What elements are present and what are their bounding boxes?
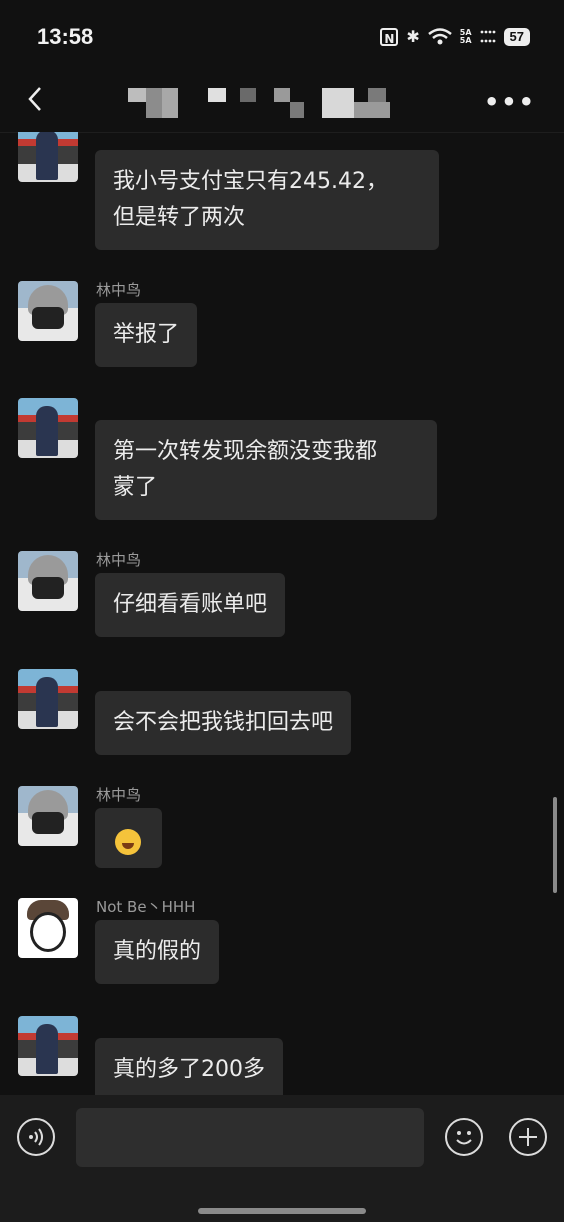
more-dots-icon[interactable]: ••• bbox=[484, 88, 536, 116]
input-bar bbox=[0, 1095, 564, 1222]
wifi-icon bbox=[427, 27, 452, 44]
voice-button[interactable] bbox=[17, 1118, 55, 1156]
message-bubble[interactable]: 举报了 bbox=[95, 303, 198, 367]
signal-indicator: 5A 5A bbox=[459, 28, 472, 45]
status-bar: 13:58 N ✱ 5A 5A 57 bbox=[0, 0, 564, 70]
message-bubble[interactable] bbox=[95, 808, 162, 868]
avatar[interactable] bbox=[18, 281, 78, 341]
avatar[interactable] bbox=[18, 669, 78, 729]
scrollbar[interactable] bbox=[553, 797, 557, 893]
sender-name: 林中鸟 bbox=[96, 281, 142, 299]
add-button[interactable] bbox=[509, 1118, 547, 1156]
status-icons: N ✱ 5A 5A 57 bbox=[380, 27, 530, 46]
message-bubble[interactable]: 第一次转发现余额没变我都 蒙了 bbox=[95, 420, 437, 520]
message-bubble[interactable]: 真的假的 bbox=[95, 920, 220, 984]
voice-icon bbox=[29, 1128, 43, 1146]
smile-icon bbox=[456, 1131, 472, 1145]
chat-header: ••• bbox=[0, 70, 564, 133]
avatar[interactable] bbox=[18, 1016, 78, 1076]
status-time: 13:58 bbox=[37, 24, 94, 49]
avatar[interactable] bbox=[18, 898, 78, 958]
message-list[interactable]: 我小号支付宝只有245.42， 但是转了两次 林中鸟 举报了 第一次转发现余额没… bbox=[0, 132, 564, 1095]
bluetooth-icon: ✱ bbox=[406, 27, 420, 46]
home-indicator[interactable] bbox=[198, 1208, 366, 1214]
message-input[interactable] bbox=[76, 1108, 424, 1167]
avatar[interactable] bbox=[18, 786, 78, 846]
plus-icon bbox=[519, 1128, 537, 1146]
sender-name: 林中鸟 bbox=[96, 551, 142, 569]
emoji-button[interactable] bbox=[445, 1118, 483, 1156]
avatar[interactable] bbox=[18, 398, 78, 458]
laughing-tears-emoji-icon bbox=[115, 829, 141, 855]
signal-label-2: 5A bbox=[459, 35, 472, 45]
chevron-left-icon[interactable] bbox=[22, 84, 52, 114]
message-bubble[interactable]: 仔细看看账单吧 bbox=[95, 573, 286, 637]
nfc-icon: N bbox=[380, 27, 399, 46]
avatar[interactable] bbox=[18, 551, 78, 611]
message-bubble[interactable]: 我小号支付宝只有245.42， 但是转了两次 bbox=[95, 150, 439, 250]
signal-bars-icon bbox=[480, 30, 495, 42]
battery-indicator: 57 bbox=[503, 27, 530, 46]
chat-title-redacted bbox=[128, 78, 438, 122]
message-bubble[interactable]: 会不会把我钱扣回去吧 bbox=[95, 691, 352, 755]
message-bubble[interactable]: 真的多了200多 bbox=[95, 1038, 283, 1095]
sender-name: Not Be丶HHH bbox=[96, 898, 196, 916]
sender-name: 林中鸟 bbox=[96, 786, 142, 804]
avatar[interactable] bbox=[18, 132, 78, 182]
